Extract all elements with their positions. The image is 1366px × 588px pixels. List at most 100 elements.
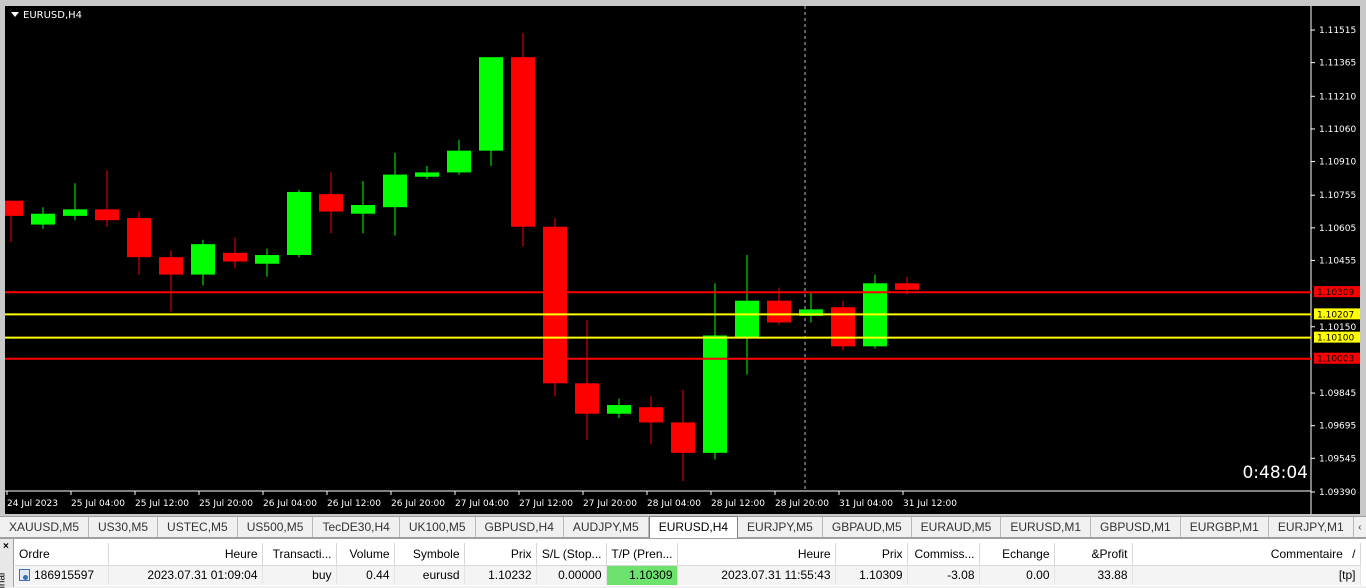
time-label: 31 Jul 12:00 xyxy=(903,499,957,509)
tab-us30-m5[interactable]: US30,M5 xyxy=(89,517,159,537)
candle-body xyxy=(767,300,791,323)
table-header-row: Ordre Heure Transacti... Volume Symbole … xyxy=(15,543,1361,566)
cell-commission: -3.08 xyxy=(907,565,980,585)
candle-body xyxy=(831,307,855,347)
col-header-commentaire[interactable]: Commentaire / xyxy=(1132,543,1361,566)
tab-eurusd-h4[interactable]: EURUSD,H4 xyxy=(648,516,739,538)
time-label: 28 Jul 12:00 xyxy=(711,499,765,509)
candle-body xyxy=(447,150,471,173)
tab-gbpusd-m1[interactable]: GBPUSD,M1 xyxy=(1091,517,1181,537)
col-header-echange[interactable]: Echange xyxy=(979,543,1055,566)
time-label: 24 Jul 2023 xyxy=(7,499,58,509)
commentaire-label: Commentaire xyxy=(1270,546,1343,561)
col-header-prix[interactable]: Prix xyxy=(464,543,537,566)
tab-eurgbp-m1[interactable]: EURGBP,M1 xyxy=(1181,517,1269,537)
tab-eurusd-m1[interactable]: EURUSD,M1 xyxy=(1001,517,1092,537)
tab-ustec-m5[interactable]: USTEC,M5 xyxy=(158,517,238,537)
time-label: 26 Jul 04:00 xyxy=(263,499,317,509)
time-label: 27 Jul 12:00 xyxy=(519,499,573,509)
price-label: 1.11365 xyxy=(1319,59,1356,69)
col-header-transaction[interactable]: Transacti... xyxy=(262,543,337,566)
candlestick-chart[interactable]: 1.11515 1.11365 1.11210 1.11060 1.10910 1.107… xyxy=(5,6,1360,514)
candle-body xyxy=(479,57,503,151)
level-label: 1.10309 xyxy=(1317,288,1354,298)
close-icon[interactable]: × xyxy=(3,541,9,552)
level-label: 1.10207 xyxy=(1317,310,1354,320)
cell-prix: 1.10232 xyxy=(464,565,537,585)
terminal-side-label[interactable]: × inal xyxy=(0,539,14,588)
chart-area[interactable]: 1.11515 1.11365 1.11210 1.11060 1.10910 1.107… xyxy=(5,6,1360,514)
tab-gbpusd-h4[interactable]: GBPUSD,H4 xyxy=(476,517,564,537)
col-header-symbole[interactable]: Symbole xyxy=(394,543,465,566)
time-label: 25 Jul 20:00 xyxy=(199,499,253,509)
cell-sl: 0.00000 xyxy=(536,565,607,585)
cell-symbole: eurusd xyxy=(394,565,465,585)
tab-eurjpy-m1[interactable]: EURJPY,M1 xyxy=(1269,517,1354,537)
time-label: 31 Jul 04:00 xyxy=(839,499,893,509)
col-header-profit[interactable]: &Profit xyxy=(1054,543,1133,566)
dropdown-triangle-icon[interactable] xyxy=(11,12,19,17)
price-label: 1.09545 xyxy=(1319,454,1356,464)
col-header-sl[interactable]: S/L (Stop... xyxy=(536,543,607,566)
tab-us500-m5[interactable]: US500,M5 xyxy=(238,517,314,537)
tab-scroll-left-icon[interactable]: ‹ xyxy=(1354,517,1366,537)
tab-xauusd-m5[interactable]: XAUUSD,M5 xyxy=(0,517,90,537)
time-label: 25 Jul 12:00 xyxy=(135,499,189,509)
tab-audjpy-m5[interactable]: AUDJPY,M5 xyxy=(564,517,649,537)
tab-gbpaud-m5[interactable]: GBPAUD,M5 xyxy=(823,517,912,537)
price-label: 1.11210 xyxy=(1319,92,1356,102)
chart-title[interactable]: EURUSD,H4 xyxy=(11,10,82,21)
candle-body xyxy=(415,172,439,177)
price-label: 1.09845 xyxy=(1319,389,1356,399)
candle-body xyxy=(575,383,599,414)
cell-heure: 2023.07.31 01:09:04 xyxy=(108,565,263,585)
candle-body xyxy=(5,200,23,216)
candle-body xyxy=(191,244,215,275)
tab-uk100-m5[interactable]: UK100,M5 xyxy=(400,517,476,537)
candle-body xyxy=(63,209,87,216)
price-label: 1.10455 xyxy=(1319,256,1356,266)
tab-tecde30-h4[interactable]: TecDE30,H4 xyxy=(313,517,400,537)
col-header-tp[interactable]: T/P (Pren... xyxy=(606,543,678,566)
price-label: 1.10755 xyxy=(1319,191,1356,201)
candle-body xyxy=(383,174,407,208)
time-label: 27 Jul 20:00 xyxy=(583,499,637,509)
bar-countdown-timer: 0:48:04 xyxy=(1242,463,1308,483)
col-header-heure[interactable]: Heure xyxy=(108,543,263,566)
chart-title-label: EURUSD,H4 xyxy=(23,10,83,21)
candle-body xyxy=(735,300,759,338)
col-header-prix-close[interactable]: Prix xyxy=(835,543,908,566)
candle-body xyxy=(31,213,55,225)
col-header-ordre[interactable]: Ordre xyxy=(15,543,109,566)
candle-body xyxy=(671,422,695,453)
cell-prix-close: 1.10309 xyxy=(835,565,908,585)
cell-transaction: buy xyxy=(262,565,337,585)
candle-body xyxy=(895,283,919,290)
time-label: 27 Jul 04:00 xyxy=(455,499,509,509)
price-label: 1.10605 xyxy=(1319,224,1356,234)
trade-history-table: Ordre Heure Transacti... Volume Symbole … xyxy=(15,543,1361,585)
candle-body xyxy=(703,335,727,453)
level-label: 1.10100 xyxy=(1317,334,1354,344)
col-header-volume[interactable]: Volume xyxy=(336,543,395,566)
price-label: 1.11515 xyxy=(1319,26,1356,36)
candle-body xyxy=(607,405,631,414)
tab-eurjpy-m5[interactable]: EURJPY,M5 xyxy=(738,517,823,537)
col-header-commission[interactable]: Commiss... xyxy=(907,543,980,566)
table-row[interactable]: 186915597 2023.07.31 01:09:04 buy 0.44 e… xyxy=(15,565,1361,585)
tab-euraud-m5[interactable]: EURAUD,M5 xyxy=(912,517,1002,537)
cell-profit: 33.88 xyxy=(1054,565,1133,585)
col-header-heure-close[interactable]: Heure xyxy=(677,543,836,566)
cell-heure-close: 2023.07.31 11:55:43 xyxy=(677,565,836,585)
price-label: 1.09390 xyxy=(1319,488,1356,498)
level-label: 1.10003 xyxy=(1317,355,1354,365)
candle-body xyxy=(255,255,279,264)
price-label: 1.11060 xyxy=(1319,125,1356,135)
candle-body xyxy=(95,209,119,221)
time-label: 28 Jul 04:00 xyxy=(647,499,701,509)
candle-body xyxy=(287,191,311,256)
time-label: 28 Jul 20:00 xyxy=(775,499,829,509)
cell-commentaire: [tp] xyxy=(1132,565,1361,585)
ordre-value: 186915597 xyxy=(34,568,95,583)
candle-body xyxy=(319,194,343,212)
